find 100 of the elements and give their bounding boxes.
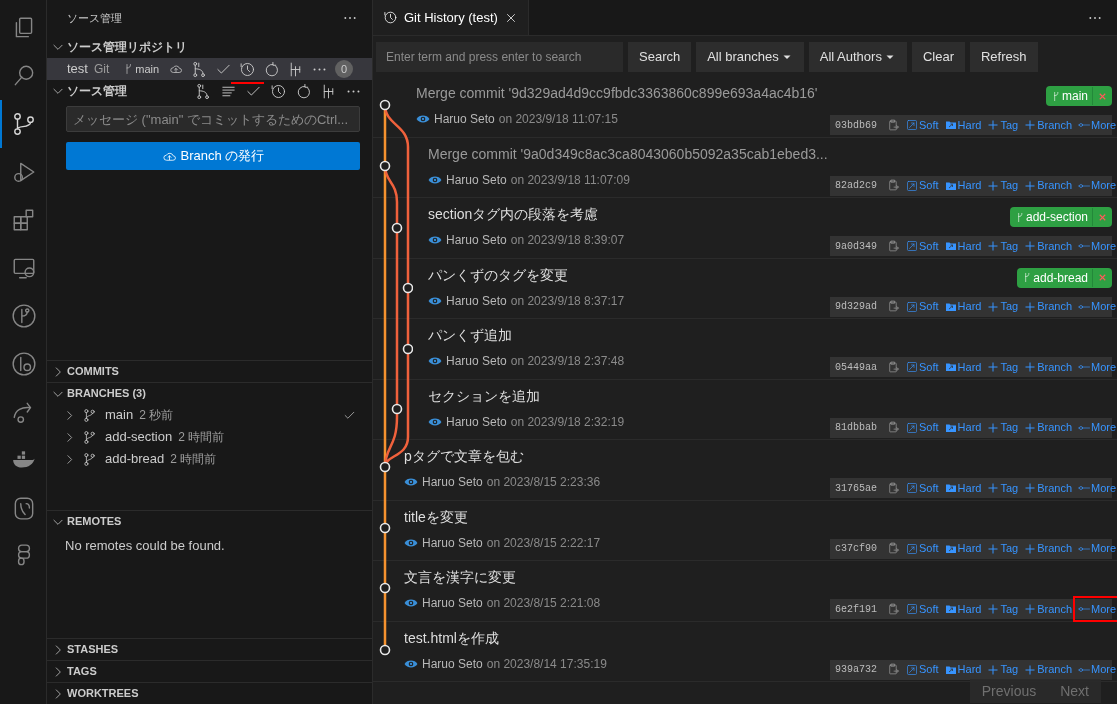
- commit-hash: 939a732: [835, 663, 877, 677]
- repo-name: test: [67, 60, 88, 79]
- sidebar-section-header[interactable]: STASHES: [67, 641, 119, 658]
- commit-action-link[interactable]: More: [1078, 116, 1117, 134]
- commit-action-link[interactable]: More: [1078, 419, 1117, 436]
- sidebar-section-header[interactable]: BRANCHES (3): [67, 385, 146, 402]
- commit-action-link[interactable]: Tag: [987, 177, 1019, 194]
- commit-hash: c37cf90: [835, 542, 877, 556]
- commit-title[interactable]: 文言を漢字に変更: [404, 567, 516, 588]
- commit-action-link[interactable]: More: [1078, 358, 1117, 376]
- publish-branch-button[interactable]: Branch の発行: [66, 142, 360, 170]
- branch-name[interactable]: main: [135, 60, 160, 78]
- commit-action-link[interactable]: Tag: [987, 600, 1019, 618]
- commit-action-link[interactable]: Tag: [987, 479, 1019, 497]
- commit-action-link[interactable]: Tag: [987, 540, 1019, 557]
- sidebar-section-header[interactable]: WORKTREES: [67, 685, 139, 702]
- commit-action-link[interactable]: More: [1078, 177, 1117, 194]
- commit-title[interactable]: Merge commit '9a0d349c8ac3ca8043060b5092a35cab1ebed3...: [428, 143, 828, 165]
- commit-action-link[interactable]: More: [1078, 661, 1117, 678]
- commit-title[interactable]: Merge commit '9d329ad4d9cc9fbdc3363860c899e693a4ac4b16': [416, 83, 818, 104]
- commit-action-link[interactable]: More: [1078, 600, 1117, 618]
- commit-action-link[interactable]: Tag: [987, 298, 1019, 315]
- sidebar-section-header[interactable]: ソース管理: [67, 82, 127, 100]
- sidebar-section-header[interactable]: ソース管理リポジトリ: [67, 38, 187, 56]
- commit-title[interactable]: セクションを追加: [428, 385, 540, 407]
- commit-author: Haruo Seto: [422, 534, 483, 552]
- commit-title[interactable]: titleを変更: [404, 506, 468, 528]
- commit-date: on 2023/8/15 2:21:08: [486, 595, 601, 612]
- commit-title[interactable]: パンくずのタグを変更: [428, 264, 568, 286]
- commit-action-link[interactable]: Branch: [1024, 479, 1073, 497]
- commit-action-link[interactable]: Tag: [987, 358, 1019, 376]
- commit-action-link[interactable]: Soft: [906, 358, 939, 376]
- commit-action-link[interactable]: Tag: [987, 661, 1019, 678]
- commit-action-link[interactable]: Branch: [1024, 116, 1073, 134]
- commit-action-link[interactable]: Soft: [906, 540, 939, 557]
- branch-item[interactable]: main 2 秒前: [47, 404, 372, 426]
- branch-item[interactable]: add-section 2 時間前: [47, 426, 372, 448]
- commit-action-link[interactable]: Soft: [906, 298, 939, 315]
- commit-action-link[interactable]: Hard: [944, 540, 982, 557]
- commit-action-link[interactable]: Hard: [944, 600, 982, 618]
- commit-action-link[interactable]: Soft: [906, 177, 939, 194]
- commit-action-link[interactable]: Branch: [1024, 358, 1073, 376]
- commit-action-link[interactable]: Branch: [1024, 540, 1073, 557]
- commit-action-link[interactable]: More: [1078, 237, 1117, 255]
- commit-date: on 2023/9/18 11:07:09: [510, 171, 630, 189]
- sidebar-section-header[interactable]: REMOTES: [67, 513, 122, 530]
- commit-title[interactable]: パンくず追加: [428, 325, 512, 346]
- empty-message: No remotes could be found.: [64, 537, 226, 555]
- commit-author: Haruo Seto: [446, 353, 507, 370]
- commit-action-link[interactable]: More: [1078, 540, 1117, 557]
- toolbar-button[interactable]: Search: [628, 42, 692, 72]
- commit-action-link[interactable]: Tag: [987, 116, 1019, 134]
- commit-date: on 2023/8/15 2:22:17: [486, 534, 601, 552]
- commit-title[interactable]: test.htmlを作成: [404, 627, 499, 649]
- commit-action-link[interactable]: Hard: [944, 116, 982, 134]
- commit-action-link[interactable]: Branch: [1024, 237, 1073, 255]
- commit-action-link[interactable]: Hard: [944, 237, 982, 255]
- commit-action-link[interactable]: Soft: [906, 661, 939, 678]
- branch-name: add-bread: [1033, 269, 1088, 287]
- commit-action-link[interactable]: Tag: [987, 419, 1019, 436]
- commit-action-link[interactable]: Branch: [1024, 661, 1073, 678]
- commit-action-link[interactable]: More: [1078, 298, 1117, 315]
- commit-action-link[interactable]: Branch: [1024, 298, 1073, 315]
- repo-type: Git: [93, 61, 110, 78]
- toolbar-button[interactable]: All branches: [696, 42, 804, 72]
- commit-action-link[interactable]: Hard: [944, 298, 982, 315]
- commit-action-link[interactable]: Hard: [944, 661, 982, 678]
- commit-action-link[interactable]: Hard: [944, 419, 982, 436]
- commit-action-link[interactable]: More: [1078, 479, 1117, 497]
- commit-action-link[interactable]: Hard: [944, 479, 982, 497]
- count-badge: 0: [335, 60, 354, 78]
- commit-author: Haruo Seto: [434, 111, 495, 128]
- commit-action-link[interactable]: Hard: [944, 358, 982, 376]
- branch-item[interactable]: add-bread 2 時間前: [47, 448, 372, 470]
- toolbar-button[interactable]: All Authors: [808, 42, 907, 72]
- editor-tab[interactable]: Git History (test): [373, 0, 529, 35]
- branch-name: add-section: [1025, 209, 1088, 226]
- commit-action-link[interactable]: Tag: [987, 237, 1019, 255]
- commit-action-link[interactable]: Hard: [944, 177, 982, 194]
- commit-title[interactable]: pタグで文章を包む: [404, 446, 524, 467]
- commit-message-field[interactable]: メッセージ ("main" でコミットするためのCtrl...: [66, 106, 360, 132]
- commit-action-link[interactable]: Soft: [906, 600, 939, 618]
- commit-title[interactable]: sectionタグ内の段落を考慮: [428, 204, 599, 225]
- sidebar-section-header[interactable]: TAGS: [67, 663, 97, 680]
- commit-action-link[interactable]: Soft: [906, 419, 939, 436]
- commit-author: Haruo Seto: [422, 595, 483, 612]
- commit-action-link[interactable]: Branch: [1024, 419, 1073, 436]
- sidebar-section-header[interactable]: COMMITS: [67, 363, 119, 380]
- branch-age: 2 秒前: [139, 407, 174, 424]
- commit-action-link[interactable]: Soft: [906, 479, 939, 497]
- commit-action-link[interactable]: Branch: [1024, 177, 1073, 194]
- commit-date: on 2023/9/18 2:37:48: [510, 353, 625, 370]
- search-field[interactable]: Enter term and press enter to search: [376, 42, 623, 72]
- commit-date: on 2023/9/18 2:32:19: [510, 413, 625, 431]
- commit-action-link[interactable]: Branch: [1024, 600, 1073, 618]
- toolbar-button[interactable]: Refresh: [970, 42, 1038, 72]
- toolbar-button[interactable]: Clear: [911, 42, 965, 72]
- commit-action-link[interactable]: Soft: [906, 237, 939, 255]
- branch-name: add-bread: [105, 450, 165, 469]
- commit-action-link[interactable]: Soft: [906, 116, 939, 134]
